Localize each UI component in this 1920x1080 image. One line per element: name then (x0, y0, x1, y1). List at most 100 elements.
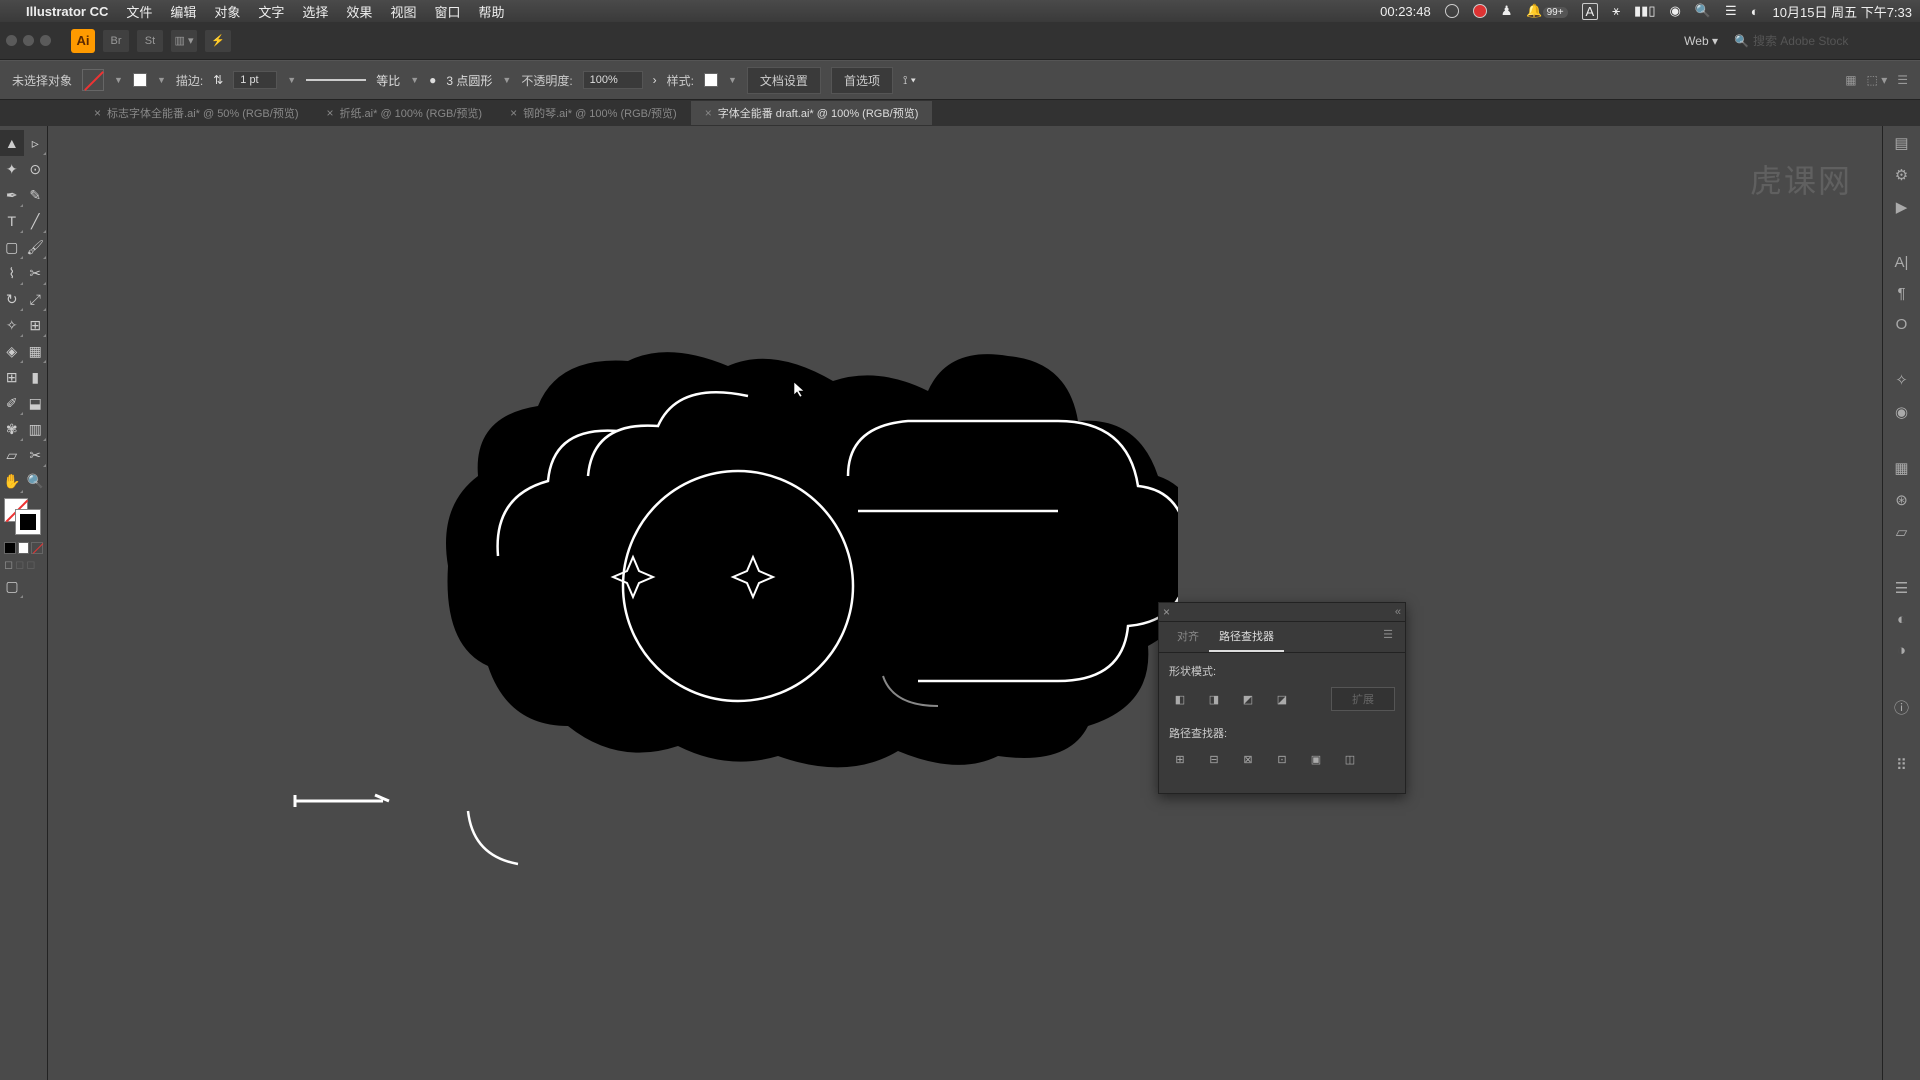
screen-mode-icon[interactable]: ◻ (26, 558, 35, 571)
shaper-tool[interactable]: ⌇ (0, 260, 24, 286)
width-tool[interactable]: ✧ (0, 312, 24, 338)
blend-tool[interactable]: ⬓ (24, 390, 48, 416)
lasso-tool[interactable]: ⊙ (24, 156, 48, 182)
menu-effect[interactable]: 效果 (346, 2, 372, 21)
align-tab[interactable]: 对齐 (1167, 622, 1209, 652)
zoom-tool[interactable]: 🔍 (24, 468, 48, 494)
menu-icon[interactable]: ☰ (1897, 73, 1908, 87)
color-mode-icon[interactable] (4, 542, 16, 554)
pause-icon[interactable] (1445, 4, 1459, 18)
menu-edit[interactable]: 编辑 (170, 2, 196, 21)
eraser-tool[interactable]: ✂ (24, 260, 48, 286)
rectangle-tool[interactable]: ▢ (0, 234, 24, 260)
maximize-window-icon[interactable] (40, 35, 51, 46)
stroke-weight-input[interactable]: 1 pt (233, 71, 277, 89)
close-panel-icon[interactable]: × (1163, 605, 1170, 619)
transparency-panel-icon[interactable]: ◑ (1897, 642, 1906, 659)
crop-button[interactable]: ⊡ (1271, 749, 1293, 769)
pen-tool[interactable]: ✒ (0, 182, 24, 208)
symbol-sprayer-tool[interactable]: ✾ (0, 416, 24, 442)
opentype-panel-icon[interactable]: O (1896, 316, 1908, 333)
artboard-tool[interactable]: ▱ (0, 442, 24, 468)
stock-icon[interactable]: St (137, 30, 163, 52)
libraries-panel-icon[interactable]: ⚙ (1895, 166, 1908, 184)
hand-tool[interactable]: ✋ (0, 468, 24, 494)
workspace-selector[interactable]: Web ▾ (1676, 31, 1726, 51)
wechat-icon[interactable]: ♟ (1501, 3, 1513, 19)
magic-wand-tool[interactable]: ✦ (0, 156, 24, 182)
document-setup-button[interactable]: 文档设置 (747, 67, 821, 94)
properties-panel-icon[interactable]: ▤ (1894, 134, 1908, 152)
menu-view[interactable]: 视图 (390, 2, 416, 21)
line-tool[interactable]: ╱ (24, 208, 48, 234)
stroke-style[interactable] (306, 79, 366, 81)
curvature-tool[interactable]: ✎ (24, 182, 48, 208)
brushes-panel-icon[interactable]: ⊛ (1895, 491, 1908, 509)
scale-tool[interactable]: ⤢ (24, 286, 48, 312)
free-transform-tool[interactable]: ⊞ (24, 312, 48, 338)
type-tool[interactable]: T (0, 208, 24, 234)
appearance-panel-icon[interactable]: ◉ (1895, 403, 1908, 421)
screen-mode-icon[interactable]: ◻ (4, 558, 13, 571)
input-method-icon[interactable]: A (1582, 3, 1599, 20)
merge-button[interactable]: ⊠ (1237, 749, 1259, 769)
close-tab-icon[interactable]: × (705, 106, 712, 120)
minus-front-button[interactable]: ◨ (1203, 689, 1225, 709)
battery-icon[interactable]: ▮▮▯ (1634, 3, 1655, 19)
menu-file[interactable]: 文件 (126, 2, 152, 21)
arrange-icon[interactable]: ▥ ▾ (171, 30, 197, 52)
menu-object[interactable]: 对象 (214, 2, 240, 21)
outline-button[interactable]: ▣ (1305, 749, 1327, 769)
window-controls[interactable] (6, 35, 51, 46)
none-mode-icon[interactable] (31, 542, 43, 554)
shape-builder-tool[interactable]: ◈ (0, 338, 24, 364)
eyedropper-tool[interactable]: ✐ (0, 390, 24, 416)
document-tab[interactable]: ×钢的琴.ai* @ 100% (RGB/预览) (496, 101, 691, 125)
opacity-arrow-icon[interactable]: › (653, 73, 657, 87)
stroke-stepper[interactable]: ⇅ (213, 73, 223, 87)
menu-help[interactable]: 帮助 (478, 2, 504, 21)
mesh-tool[interactable]: ⊞ (0, 364, 24, 390)
rotate-tool[interactable]: ↻ (0, 286, 24, 312)
minus-back-button[interactable]: ◫ (1339, 749, 1361, 769)
menu-window[interactable]: 窗口 (434, 2, 460, 21)
gradient-panel-icon[interactable]: ◐ (1897, 611, 1906, 628)
paragraph-panel-icon[interactable]: ¶ (1897, 285, 1905, 302)
pathfinder-tab[interactable]: 路径查找器 (1209, 622, 1284, 652)
gradient-mode-icon[interactable] (18, 542, 30, 554)
canvas[interactable]: ×« 对齐 路径查找器 ☰ 形状模式: ◧ ◨ ◩ ◪ 扩展 路径查找器: ⊞ … (48, 126, 1882, 1080)
graph-tool[interactable]: ▥ (24, 416, 48, 442)
siri-icon[interactable]: ◐ (1751, 4, 1759, 19)
fill-stroke-control[interactable] (0, 494, 47, 540)
slice-tool[interactable]: ✂ (24, 442, 48, 468)
fill-swatch[interactable] (82, 69, 104, 91)
minimize-window-icon[interactable] (23, 35, 34, 46)
align-panel-icon[interactable]: ⠿ (1896, 756, 1907, 774)
close-tab-icon[interactable]: × (94, 106, 101, 120)
notification-icon[interactable]: 🔔99+ (1526, 3, 1567, 19)
datetime[interactable]: 10月15日 周五 下午7:33 (1773, 2, 1912, 21)
paintbrush-tool[interactable]: 🖌 (24, 234, 48, 260)
intersect-button[interactable]: ◩ (1237, 689, 1259, 709)
document-tab[interactable]: ×字体全能番 draft.ai* @ 100% (RGB/预览) (691, 101, 933, 125)
gradient-tool[interactable]: ▮ (24, 364, 48, 390)
control-center-icon[interactable]: ☰ (1725, 3, 1737, 19)
character-panel-icon[interactable]: A| (1895, 254, 1909, 271)
perspective-tool[interactable]: ▦ (24, 338, 48, 364)
exclude-button[interactable]: ◪ (1271, 689, 1293, 709)
direct-selection-tool[interactable]: ▹ (24, 130, 48, 156)
expand-button[interactable]: 扩展 (1331, 687, 1395, 711)
document-tab[interactable]: ×标志字体全能番.ai* @ 50% (RGB/预览) (80, 101, 312, 125)
selection-tool[interactable]: ▲ (0, 130, 24, 156)
menu-type[interactable]: 文字 (258, 2, 284, 21)
pathfinder-panel[interactable]: ×« 对齐 路径查找器 ☰ 形状模式: ◧ ◨ ◩ ◪ 扩展 路径查找器: ⊞ … (1158, 602, 1406, 794)
preferences-button[interactable]: 首选项 (831, 67, 893, 94)
close-window-icon[interactable] (6, 35, 17, 46)
grid-icon[interactable]: ▦ (1845, 73, 1856, 87)
opacity-input[interactable]: 100% (583, 71, 643, 89)
collapse-panel-icon[interactable]: « (1395, 606, 1401, 618)
search-input[interactable]: 🔍 搜索 Adobe Stock (1734, 32, 1914, 49)
spotlight-icon[interactable]: 🔍 (1695, 3, 1711, 19)
unite-button[interactable]: ◧ (1169, 689, 1191, 709)
transform-panel-icon[interactable]: ✧ (1895, 371, 1908, 389)
